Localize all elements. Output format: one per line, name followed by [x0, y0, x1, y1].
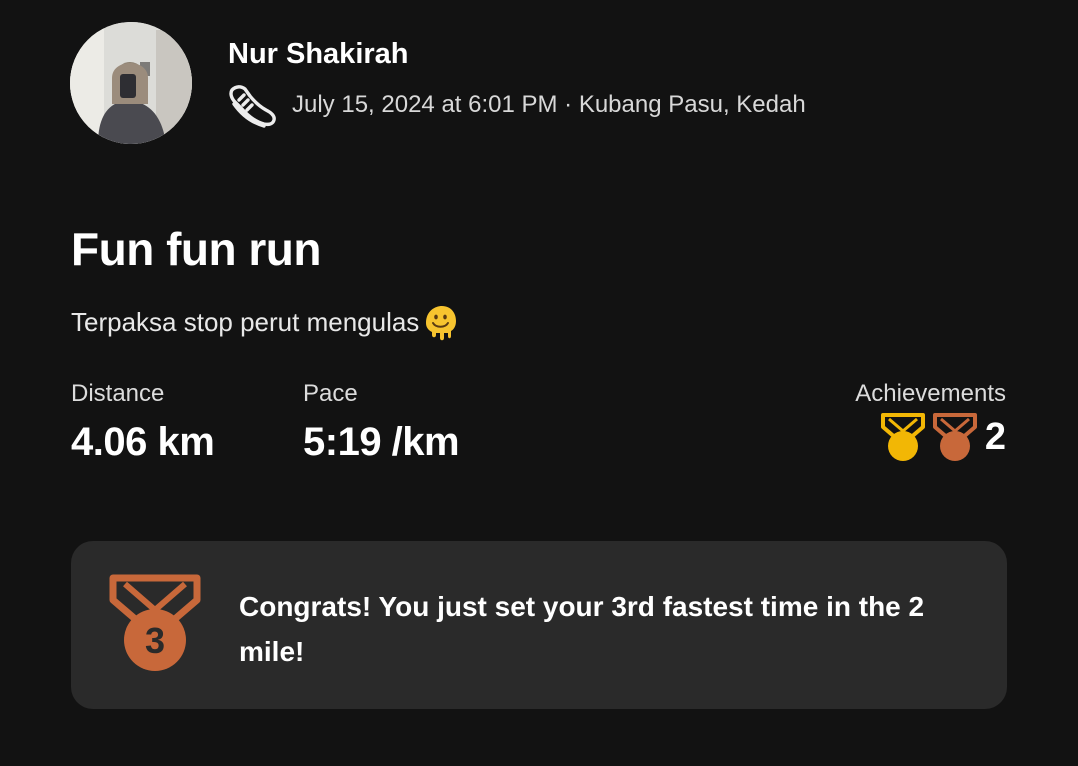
gold-medal-icon: [880, 413, 925, 461]
bronze-medal-icon: [932, 413, 977, 461]
description-text: Terpaksa stop perut mengulas: [71, 306, 420, 337]
achievement-card[interactable]: 3 Congrats! You just set your 3rd fastes…: [71, 541, 1007, 709]
congrats-message: Congrats! You just set your 3rd fastest …: [239, 591, 925, 667]
pace-value: 5:19 /km: [303, 420, 460, 464]
activity-date-location: July 15, 2024 at 6:01 PM · Kubang Pasu, …: [292, 91, 806, 118]
achievements-label: Achievements: [855, 380, 1006, 407]
avatar[interactable]: [70, 22, 192, 144]
activity-title[interactable]: Fun fun run: [71, 222, 321, 276]
distance-value: 4.06 km: [71, 420, 215, 464]
athlete-name[interactable]: Nur Shakirah: [228, 38, 409, 71]
activity-description: Terpaksa stop perut mengulas: [71, 302, 459, 342]
profile-photo: [70, 22, 192, 144]
medal-rank-number: 3: [145, 620, 165, 661]
achievements-summary[interactable]: 2: [875, 410, 1006, 464]
activity-meta: July 15, 2024 at 6:01 PM · Kubang Pasu, …: [226, 82, 806, 128]
distance-label: Distance: [71, 380, 165, 407]
melting-face-emoji: [426, 306, 457, 341]
running-shoe-icon: [229, 85, 276, 128]
achievement-count: 2: [984, 415, 1006, 458]
bronze-medal-3rd-icon: 3: [109, 574, 201, 671]
pace-label: Pace: [303, 380, 358, 407]
